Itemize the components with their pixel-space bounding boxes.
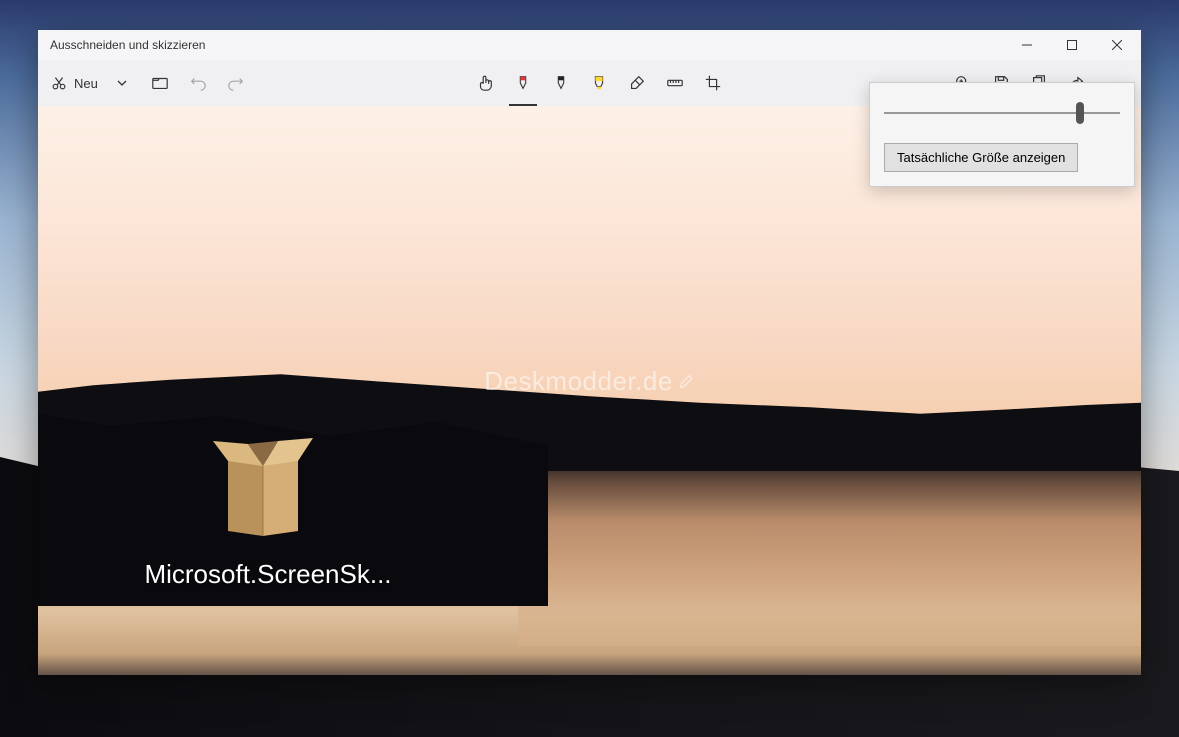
ruler-icon: [666, 74, 684, 92]
new-snip-label: Neu: [74, 76, 98, 91]
actual-size-button[interactable]: Tatsächliche Größe anzeigen: [884, 143, 1078, 172]
pen-black-icon: [552, 74, 570, 92]
screenshot-lake-reflection: [518, 466, 1141, 646]
snip-icon: [50, 74, 68, 92]
titlebar[interactable]: Ausschneiden und skizzieren: [38, 30, 1141, 60]
undo-icon: [189, 74, 207, 92]
pen-red-icon: [514, 74, 532, 92]
touch-icon: [476, 74, 494, 92]
crop-button[interactable]: [695, 65, 731, 101]
maximize-button[interactable]: [1049, 30, 1094, 60]
minimize-button[interactable]: [1004, 30, 1049, 60]
open-file-button[interactable]: [142, 65, 178, 101]
crop-icon: [704, 74, 722, 92]
edit-icon: [677, 373, 695, 391]
close-button[interactable]: [1094, 30, 1139, 60]
undo-button: [180, 65, 216, 101]
zoom-slider-thumb[interactable]: [1076, 102, 1084, 124]
redo-icon: [227, 74, 245, 92]
package-icon: [203, 426, 333, 546]
eraser-icon: [628, 74, 646, 92]
redo-button: [218, 65, 254, 101]
desktop-file-label: Microsoft.ScreenSk...: [138, 559, 398, 590]
window-title: Ausschneiden und skizzieren: [50, 38, 1004, 52]
pencil-button[interactable]: [543, 65, 579, 101]
folder-icon: [151, 74, 169, 92]
highlighter-button[interactable]: [581, 65, 617, 101]
new-snip-dropdown[interactable]: [104, 65, 140, 101]
zoom-panel: Tatsächliche Größe anzeigen: [869, 82, 1135, 187]
desktop-file-icon[interactable]: Microsoft.ScreenSk...: [138, 426, 398, 590]
canvas-area[interactable]: Deskmodder.de Microsoft.ScreenSk...: [38, 106, 1141, 675]
zoom-slider-track: [884, 112, 1120, 114]
zoom-slider[interactable]: [884, 101, 1120, 125]
ballpoint-pen-button[interactable]: [505, 65, 541, 101]
new-snip-button[interactable]: Neu: [46, 65, 102, 101]
eraser-button[interactable]: [619, 65, 655, 101]
watermark-text: Deskmodder.de: [484, 366, 673, 397]
watermark: Deskmodder.de: [484, 366, 695, 397]
highlighter-icon: [590, 74, 608, 92]
touch-writing-button[interactable]: [467, 65, 503, 101]
chevron-down-icon: [116, 77, 128, 89]
ruler-button[interactable]: [657, 65, 693, 101]
